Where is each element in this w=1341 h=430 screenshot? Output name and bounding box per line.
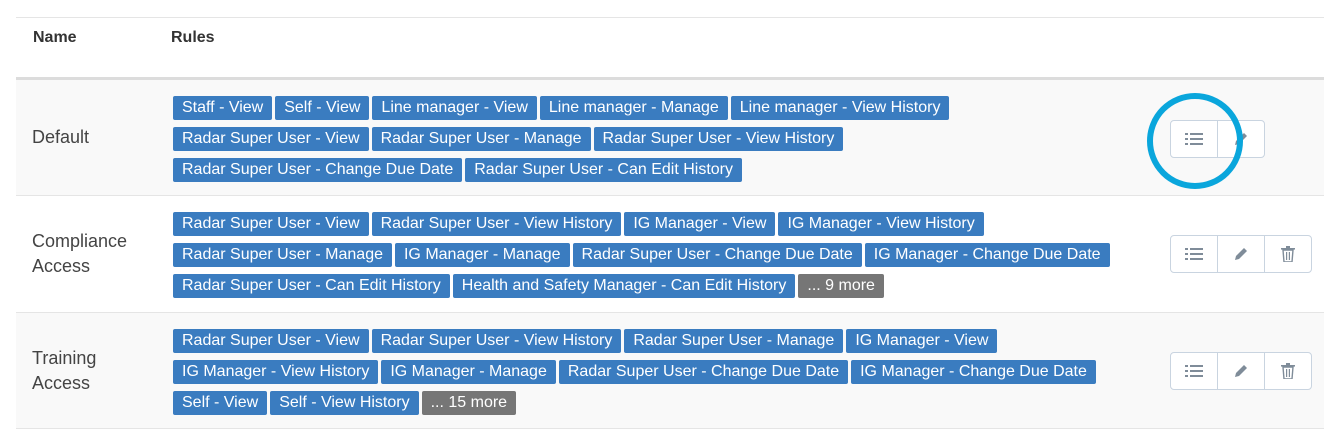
rule-tag: Line manager - View History — [730, 96, 950, 120]
role-name: Default — [32, 127, 90, 147]
rule-tag: IG Manager - View History — [778, 212, 984, 236]
more-rules-tag[interactable]: ... 9 more — [798, 274, 884, 298]
rules-cell: Radar Super User - View Radar Super User … — [173, 212, 1133, 305]
pencil-icon — [1235, 365, 1247, 377]
column-header-name[interactable]: Name — [33, 29, 77, 47]
rule-tag: Radar Super User - View — [173, 212, 369, 236]
column-header-rules: Rules — [171, 29, 215, 46]
rule-tag: Line manager - Manage — [539, 96, 728, 120]
row-actions — [1170, 235, 1312, 273]
view-rules-button[interactable] — [1171, 236, 1218, 272]
rule-tag: Radar Super User - Manage — [371, 127, 591, 151]
row-actions — [1170, 352, 1312, 390]
trash-icon — [1281, 363, 1295, 379]
rule-tag: Radar Super User - Can Edit History — [465, 158, 743, 182]
trash-icon — [1281, 246, 1295, 262]
rule-tag: Self - View — [275, 96, 370, 120]
delete-button[interactable] — [1265, 236, 1311, 272]
table-row: Default Staff - View Self - View Line mana… — [16, 80, 1324, 196]
rule-tag: Health and Safety Manager - Can Edit His… — [452, 274, 796, 298]
view-rules-button[interactable] — [1171, 353, 1218, 389]
rule-tag: Radar Super User - Change Due Date — [572, 243, 862, 267]
table-row: Compliance Access Radar Super User - Vie… — [16, 196, 1324, 313]
rules-cell: Radar Super User - View Radar Super User … — [173, 329, 1133, 422]
pencil-icon — [1235, 133, 1247, 145]
list-icon — [1185, 133, 1203, 145]
view-rules-button[interactable] — [1171, 121, 1218, 157]
rule-tag: IG Manager - View — [624, 212, 776, 236]
rule-tag: IG Manager - View History — [173, 360, 379, 384]
rule-tag: Radar Super User - Can Edit History — [173, 274, 450, 298]
rule-tag: IG Manager - Manage — [381, 360, 556, 384]
rule-tag: Radar Super User - View History — [371, 329, 622, 353]
rule-tag: Radar Super User - Manage — [624, 329, 844, 353]
list-icon — [1185, 248, 1203, 260]
rule-tag: Self - View — [173, 391, 268, 415]
rules-cell: Staff - View Self - View Line manager - Vi… — [173, 96, 1133, 189]
more-rules-tag[interactable]: ... 15 more — [421, 391, 517, 415]
row-actions — [1170, 120, 1265, 158]
roles-table: Name Rules Default Staff - View Self - Vi… — [16, 17, 1324, 429]
rule-tag: Self - View History — [270, 391, 419, 415]
rule-tag: IG Manager - Change Due Date — [851, 360, 1096, 384]
rule-tag: Radar Super User - Change Due Date — [173, 158, 463, 182]
rule-tag: Radar Super User - View History — [593, 127, 844, 151]
pencil-icon — [1235, 248, 1247, 260]
rule-tag: IG Manager - Manage — [394, 243, 570, 267]
rule-tag: Radar Super User - Manage — [173, 243, 392, 267]
edit-button[interactable] — [1218, 353, 1265, 389]
table-row: Training Access Radar Super User - View R… — [16, 313, 1324, 429]
rule-tag: Radar Super User - Change Due Date — [558, 360, 849, 384]
list-icon — [1185, 365, 1203, 377]
rule-tag: Radar Super User - View — [173, 127, 369, 151]
rule-tag: Radar Super User - View History — [371, 212, 622, 236]
table-header: Name Rules — [16, 18, 1324, 80]
role-name: Training Access — [32, 347, 97, 393]
rule-tag: Radar Super User - View — [173, 329, 369, 353]
rule-tag: IG Manager - View — [846, 329, 998, 353]
edit-button[interactable] — [1218, 236, 1265, 272]
edit-button[interactable] — [1218, 121, 1264, 157]
rule-tag: Staff - View — [173, 96, 273, 120]
role-name: Compliance Access — [32, 231, 128, 276]
rule-tag: IG Manager - Change Due Date — [864, 243, 1110, 267]
rule-tag: Line manager - View — [372, 96, 537, 120]
delete-button[interactable] — [1265, 353, 1311, 389]
